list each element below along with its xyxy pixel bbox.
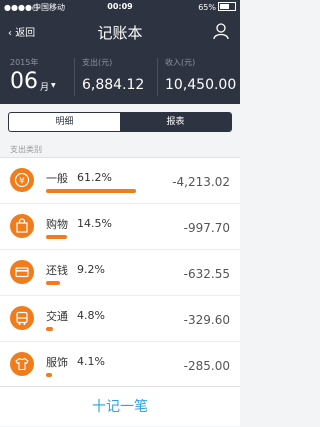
category-row[interactable]: 还钱 9.2% -632.55 [0, 250, 240, 296]
expense-label: 支出(元) [82, 58, 113, 67]
category-name: 服饰 [46, 356, 68, 369]
user-icon[interactable] [212, 22, 230, 40]
category-amount: -997.70 [183, 221, 230, 235]
battery-status: 65% [198, 2, 236, 12]
category-amount: -4,213.02 [172, 175, 230, 189]
add-record-button[interactable]: 十记一笔 [0, 386, 240, 426]
battery-icon [218, 2, 236, 11]
category-amount: -632.55 [183, 267, 230, 281]
nav-bar: ‹ 返回 记账本 [0, 15, 240, 48]
category-name: 还钱 [46, 264, 68, 277]
divider [74, 58, 75, 96]
shopping-bag-icon [10, 214, 34, 238]
category-name: 购物 [46, 218, 68, 231]
category-percent: 4.1% [77, 355, 105, 368]
summary-panel: 2015年 06 月 ▼ 支出(元) 6,884.12 收入(元) 10,450… [0, 48, 240, 104]
category-share-bar [46, 235, 67, 239]
section-title: 支出类别 [10, 145, 42, 154]
status-bar: ●●●●○ 中国移动 00:09 65% [0, 0, 240, 15]
category-name: 交通 [46, 310, 68, 323]
tab-details[interactable]: 明细 [9, 113, 120, 131]
year-label: 2015年 [10, 58, 39, 67]
category-row[interactable]: ¥ 一般 61.2% -4,213.02 [0, 158, 240, 204]
category-row[interactable]: 购物 14.5% -997.70 [0, 204, 240, 250]
caret-down-icon[interactable]: ▼ [51, 82, 56, 89]
category-amount: -285.00 [183, 359, 230, 373]
view-segmented-control: 明细 报表 [8, 112, 232, 132]
category-list: ¥ 一般 61.2% -4,213.02 购物 14.5% -997.70 还钱… [0, 157, 240, 388]
divider [157, 58, 158, 96]
page-title: 记账本 [97, 24, 143, 42]
month-unit: 月 [40, 83, 50, 93]
category-percent: 9.2% [77, 263, 105, 276]
category-name: 一般 [46, 172, 68, 185]
battery-percent: 65% [198, 3, 216, 12]
income-label: 收入(元) [165, 58, 196, 67]
month-selector[interactable]: 06 [10, 69, 38, 94]
money-icon: ¥ [10, 168, 34, 192]
category-percent: 14.5% [77, 217, 112, 230]
expense-value: 6,884.12 [82, 77, 145, 93]
category-row[interactable]: 交通 4.8% -329.60 [0, 296, 240, 342]
category-share-bar [46, 189, 136, 193]
tab-report[interactable]: 报表 [120, 113, 231, 131]
category-percent: 4.8% [77, 309, 105, 322]
category-percent: 61.2% [77, 171, 112, 184]
category-row[interactable]: 服饰 4.1% -285.00 [0, 342, 240, 388]
category-share-bar [46, 373, 52, 377]
credit-card-icon [10, 260, 34, 284]
category-share-bar [46, 281, 60, 285]
bus-icon [10, 306, 34, 330]
svg-text:¥: ¥ [19, 177, 25, 187]
category-share-bar [46, 327, 53, 331]
income-value: 10,450.00 [165, 77, 237, 93]
clothing-icon [10, 352, 34, 376]
category-amount: -329.60 [183, 313, 230, 327]
